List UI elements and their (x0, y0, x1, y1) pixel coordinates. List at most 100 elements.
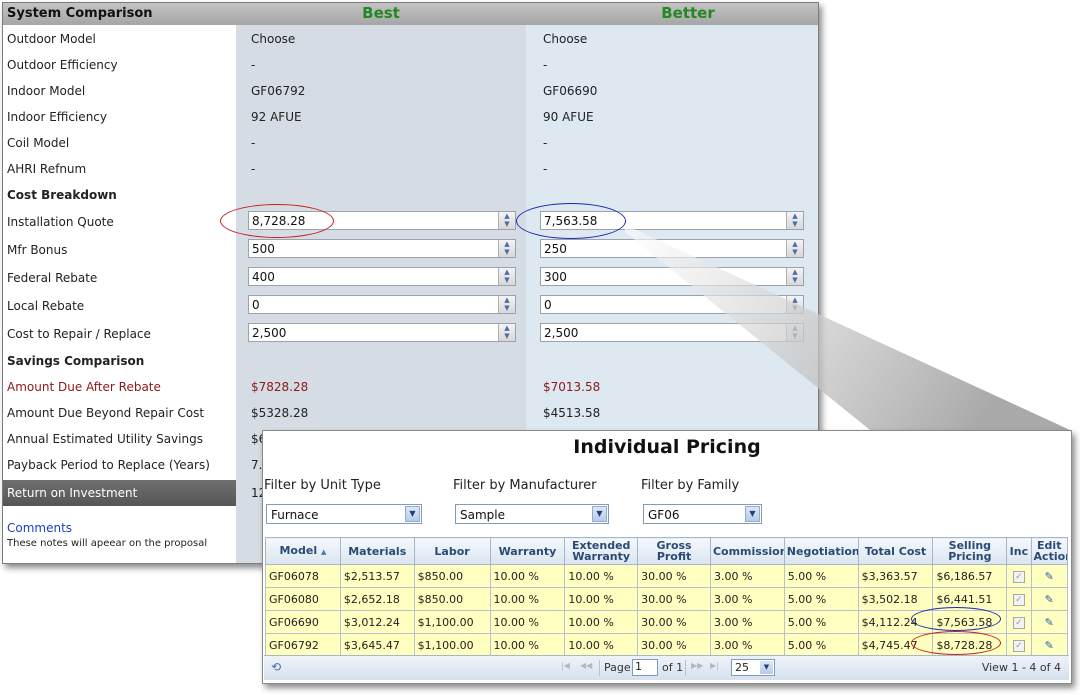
table-row[interactable]: GF06690 $3,012.24 $1,100.00 10.00 % 10.0… (265, 610, 1069, 634)
chevron-down-icon[interactable]: ▼ (760, 661, 773, 674)
cell-inc: ✓ (1006, 587, 1032, 611)
pencil-icon[interactable]: ✎ (1045, 593, 1054, 606)
comparison-header: System Comparison Best Better (3, 3, 818, 25)
comments-link[interactable]: Comments (7, 521, 72, 535)
col-materials[interactable]: Materials (339, 537, 415, 565)
spinner-arrows-icon[interactable]: ▲ ▼ (498, 240, 515, 257)
col-negotiation[interactable]: Negotiation (783, 537, 859, 565)
spinner-arrows-icon[interactable]: ▲ ▼ (498, 212, 515, 229)
pencil-icon[interactable]: ✎ (1045, 616, 1054, 629)
checkbox-icon[interactable]: ✓ (1012, 617, 1025, 629)
cell-materials: $3,012.24 (339, 610, 415, 634)
local-rebate-best-input[interactable]: 0 ▲ ▼ (248, 295, 516, 314)
row-label: Federal Rebate (7, 271, 98, 285)
last-page-icon[interactable]: ▶| (710, 661, 719, 670)
select-value: 25 (735, 661, 749, 674)
filter-family-select[interactable]: GF06 ▼ (643, 504, 762, 524)
col-model[interactable]: Model ▲ (265, 537, 341, 565)
mfr-bonus-better-input[interactable]: 250 ▲ ▼ (540, 239, 804, 258)
prev-page-icon[interactable]: ◀◀ (580, 661, 592, 670)
cell-gross: 30.00 % (637, 587, 711, 611)
row-label: Outdoor Efficiency (7, 58, 118, 72)
repair-cost-better-input[interactable]: 2,500 ▲ ▼ (540, 323, 804, 342)
roi-label: Return on Investment (7, 486, 138, 500)
federal-rebate-better-input[interactable]: 300 ▲ ▼ (540, 267, 804, 286)
mfr-bonus-best-input[interactable]: 500 ▲ ▼ (248, 239, 516, 258)
cell-model: GF06792 (265, 633, 341, 657)
cell-commission: 3.00 % (709, 564, 785, 588)
spinner-arrows-icon[interactable]: ▲ ▼ (498, 324, 515, 341)
chevron-down-icon[interactable]: ▼ (592, 506, 607, 522)
better-value: GF06690 (543, 84, 598, 98)
row-label: Installation Quote (7, 215, 114, 229)
spinner-arrows-icon[interactable]: ▲ ▼ (786, 324, 803, 341)
filter-manufacturer-select[interactable]: Sample ▼ (455, 504, 609, 524)
row-label: Amount Due After Rebate (7, 380, 161, 394)
cell-negotiation: 5.00 % (783, 564, 859, 588)
cell-warranty: 10.00 % (489, 587, 566, 611)
cell-gross: 30.00 % (637, 564, 711, 588)
col-warranty[interactable]: Warranty (489, 537, 566, 565)
input-value: 400 (252, 270, 275, 284)
federal-rebate-best-input[interactable]: 400 ▲ ▼ (248, 267, 516, 286)
better-value: - (543, 58, 548, 72)
pencil-icon[interactable]: ✎ (1045, 639, 1054, 652)
page-number-input[interactable]: 1 (632, 659, 658, 676)
cell-edit: ✎ (1030, 633, 1069, 657)
installation-quote-better-input[interactable]: 7,563.58 ▲ ▼ (540, 211, 804, 230)
cell-labor: $850.00 (413, 587, 491, 611)
next-page-icon[interactable]: ▶▶ (691, 661, 703, 670)
spinner-arrows-icon[interactable]: ▲ ▼ (498, 296, 515, 313)
cell-materials: $2,513.57 (339, 564, 415, 588)
refresh-icon[interactable]: ⟲ (271, 660, 281, 674)
filter-unit-type-select[interactable]: Furnace ▼ (266, 504, 422, 524)
row-label: Coil Model (7, 136, 70, 150)
repair-cost-best-input[interactable]: 2,500 ▲ ▼ (248, 323, 516, 342)
cell-extended: 10.00 % (564, 610, 639, 634)
checkbox-icon[interactable]: ✓ (1012, 571, 1025, 583)
col-commission[interactable]: Commission (709, 537, 785, 565)
input-value: 500 (252, 242, 275, 256)
cell-total: $3,363.57 (857, 564, 934, 588)
input-value: 250 (544, 242, 567, 256)
better-value: $4513.58 (543, 406, 601, 420)
row-label: AHRI Refnum (7, 162, 87, 176)
local-rebate-better-input[interactable]: 0 ▲ ▼ (540, 295, 804, 314)
best-value: 7. (251, 458, 263, 472)
spinner-arrows-icon[interactable]: ▲ ▼ (498, 268, 515, 285)
col-total-cost[interactable]: Total Cost (857, 537, 934, 565)
table-row[interactable]: GF06078 $2,513.57 $850.00 10.00 % 10.00 … (265, 564, 1069, 588)
table-row[interactable]: GF06792 $3,645.47 $1,100.00 10.00 % 10.0… (265, 633, 1069, 657)
col-gross-profit[interactable]: Gross Profit (637, 537, 711, 565)
chevron-down-icon[interactable]: ▼ (405, 506, 420, 522)
cost-breakdown-heading: Cost Breakdown (7, 188, 117, 202)
checkbox-icon[interactable]: ✓ (1012, 594, 1025, 606)
better-value[interactable]: Choose (543, 32, 587, 46)
cell-extended: 10.00 % (564, 587, 639, 611)
checkbox-icon[interactable]: ✓ (1012, 640, 1025, 652)
first-page-icon[interactable]: |◀ (561, 661, 570, 670)
col-labor[interactable]: Labor (413, 537, 491, 565)
installation-quote-best-input[interactable]: 8,728.28 ▲ ▼ (248, 211, 516, 230)
table-row[interactable]: GF06080 $2,652.18 $850.00 10.00 % 10.00 … (265, 587, 1069, 611)
col-model-label: Model (279, 543, 318, 557)
pencil-icon[interactable]: ✎ (1045, 570, 1054, 583)
spinner-arrows-icon[interactable]: ▲ ▼ (786, 212, 803, 229)
cell-warranty: 10.00 % (489, 633, 566, 657)
pager-separator (685, 660, 686, 676)
col-inc[interactable]: Inc (1006, 537, 1032, 565)
page-size-select[interactable]: 25 ▼ (731, 659, 775, 676)
cell-edit: ✎ (1030, 587, 1069, 611)
page-label: Page (604, 661, 631, 674)
col-extended-warranty[interactable]: Extended Warranty (564, 537, 639, 565)
spinner-arrows-icon[interactable]: ▲ ▼ (786, 296, 803, 313)
spinner-arrows-icon[interactable]: ▲ ▼ (786, 268, 803, 285)
cell-total: $4,745.47 (857, 633, 934, 657)
col-selling-pricing[interactable]: Selling Pricing (932, 537, 1008, 565)
chevron-down-icon[interactable]: ▼ (745, 506, 760, 522)
best-value: GF06792 (251, 84, 306, 98)
col-edit-actions[interactable]: Edit Actions (1030, 537, 1069, 565)
spinner-arrows-icon[interactable]: ▲ ▼ (786, 240, 803, 257)
best-value[interactable]: Choose (251, 32, 295, 46)
cell-negotiation: 5.00 % (783, 610, 859, 634)
